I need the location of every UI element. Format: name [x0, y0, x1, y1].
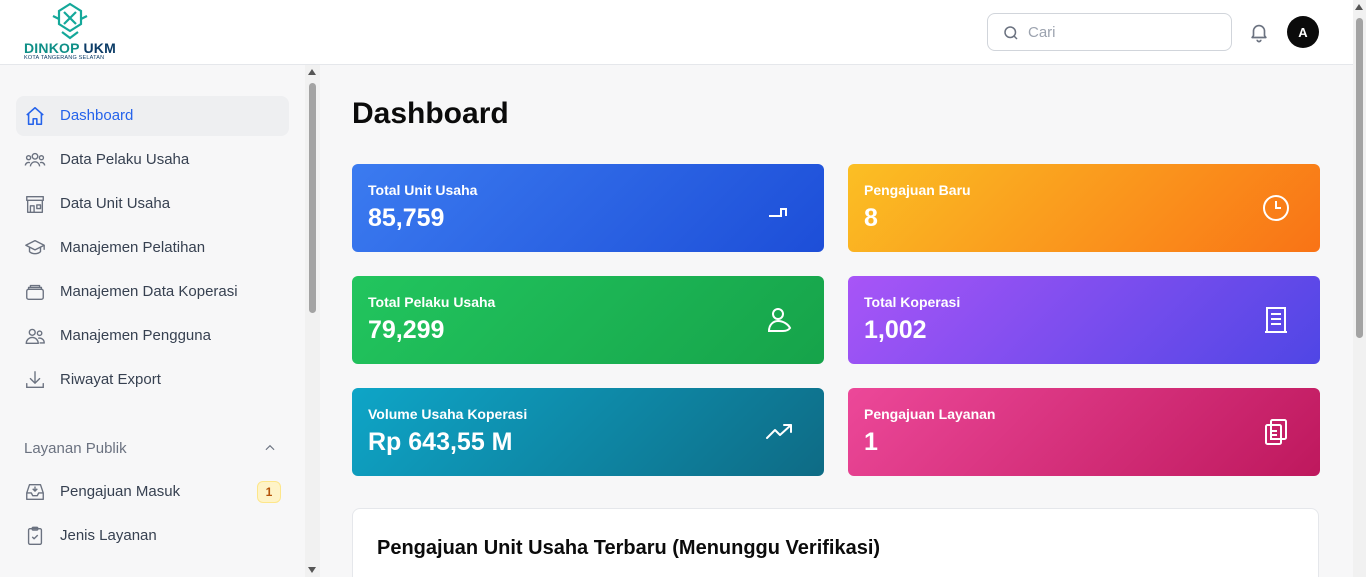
pending-verification-panel: Pengajuan Unit Usaha Terbaru (Menunggu V…	[352, 508, 1319, 577]
sidebar-item-label: Data Pelaku Usaha	[60, 151, 190, 168]
scroll-down-arrow-icon[interactable]	[308, 567, 316, 573]
sidebar-item-riwayat-export[interactable]: Riwayat Export	[16, 360, 289, 400]
stat-card-total-unit-usaha[interactable]: Total Unit Usaha 85,759	[352, 164, 824, 252]
logo-mark-icon	[52, 2, 88, 40]
sidebar-item-pengajuan-masuk[interactable]: Pengajuan Masuk 1	[16, 472, 289, 512]
stat-value: Rp 643,55 M	[368, 428, 513, 456]
page-scrollbar[interactable]	[1353, 0, 1366, 577]
stat-label: Total Koperasi	[864, 294, 961, 310]
stat-card-total-pelaku-usaha[interactable]: Total Pelaku Usaha 79,299	[352, 276, 824, 364]
page-scroll-up-arrow-icon[interactable]	[1355, 4, 1363, 10]
sidebar-item-label: Data Unit Usaha	[60, 195, 171, 212]
sidebar-scrollbar[interactable]	[305, 65, 320, 577]
inbox-icon	[26, 483, 44, 501]
chevron-up-icon	[265, 444, 275, 451]
document-icon	[1265, 307, 1287, 333]
bell-icon[interactable]	[1248, 21, 1270, 43]
sidebar-item-label: Pengajuan Masuk	[60, 483, 181, 500]
sidebar-item-jenis-layanan[interactable]: Jenis Layanan	[16, 516, 289, 556]
search-icon	[1004, 26, 1018, 40]
user-icon	[767, 308, 792, 332]
home-icon	[26, 106, 44, 126]
sidebar-item-label: Jenis Layanan	[60, 527, 157, 544]
scroll-up-arrow-icon[interactable]	[308, 69, 316, 75]
sidebar-item-manajemen-data-koperasi[interactable]: Manajemen Data Koperasi	[16, 272, 289, 312]
stat-label: Volume Usaha Koperasi	[368, 406, 528, 422]
brand-logo[interactable]: DINKOP UKM KOTA TANGERANG SELATAN	[24, 2, 134, 62]
sidebar-scrollbar-thumb[interactable]	[309, 83, 316, 313]
stat-label: Pengajuan Layanan	[864, 406, 996, 422]
sidebar-item-data-unit-usaha[interactable]: Data Unit Usaha	[16, 184, 289, 224]
layers-icon	[26, 284, 44, 301]
stat-label: Total Unit Usaha	[368, 182, 478, 198]
stat-card-pengajuan-baru[interactable]: Pengajuan Baru 8	[848, 164, 1320, 252]
stat-card-total-koperasi[interactable]: Total Koperasi 1,002	[848, 276, 1320, 364]
stat-value: 8	[864, 204, 878, 232]
page-title: Dashboard	[352, 97, 509, 130]
section-layanan-publik[interactable]: Layanan Publik	[16, 430, 289, 466]
sidebar-item-manajemen-pelatihan[interactable]: Manajemen Pelatihan	[16, 228, 289, 268]
clock-icon	[1263, 195, 1289, 221]
sidebar-item-label: Riwayat Export	[60, 371, 161, 388]
top-header: DINKOP UKM KOTA TANGERANG SELATAN A	[0, 0, 1353, 65]
step-chart-icon	[769, 208, 787, 217]
download-icon	[26, 371, 44, 389]
sidebar-item-dashboard[interactable]: Dashboard	[16, 96, 289, 136]
brand-subtitle: KOTA TANGERANG SELATAN	[24, 55, 105, 61]
sidebar: Dashboard Data Pelaku Usaha Data Unit Us…	[0, 65, 305, 577]
search-box[interactable]	[987, 13, 1232, 51]
graduation-cap-icon	[25, 239, 45, 255]
clipboard-icon	[1265, 419, 1287, 445]
stat-value: 1,002	[864, 316, 927, 344]
users-icon	[24, 152, 46, 167]
count-badge: 1	[257, 481, 281, 503]
user-avatar[interactable]: A	[1287, 16, 1319, 48]
stat-value: 85,759	[368, 204, 445, 232]
stat-value: 79,299	[368, 316, 445, 344]
stat-card-volume-usaha-koperasi[interactable]: Volume Usaha Koperasi Rp 643,55 M	[352, 388, 824, 476]
section-label: Layanan Publik	[24, 440, 127, 457]
clipboard-check-icon	[27, 526, 43, 545]
sidebar-item-label: Manajemen Pengguna	[60, 327, 211, 344]
store-icon	[26, 195, 44, 213]
search-input[interactable]	[1028, 22, 1218, 42]
sidebar-item-label: Manajemen Pelatihan	[60, 239, 206, 256]
trending-up-icon	[766, 424, 792, 439]
sidebar-item-label: Dashboard	[60, 107, 134, 124]
stat-label: Pengajuan Baru	[864, 182, 971, 198]
panel-title: Pengajuan Unit Usaha Terbaru (Menunggu V…	[377, 537, 881, 559]
stat-label: Total Pelaku Usaha	[368, 294, 496, 310]
sidebar-item-data-pelaku-usaha[interactable]: Data Pelaku Usaha	[16, 140, 289, 180]
sidebar-item-manajemen-pengguna[interactable]: Manajemen Pengguna	[16, 316, 289, 356]
user-group-icon	[25, 328, 45, 345]
brand-name: DINKOP UKM	[24, 40, 116, 56]
stat-value: 1	[864, 428, 878, 456]
sidebar-item-label: Manajemen Data Koperasi	[60, 283, 238, 300]
page-scrollbar-thumb[interactable]	[1356, 18, 1363, 338]
stat-card-pengajuan-layanan[interactable]: Pengajuan Layanan 1	[848, 388, 1320, 476]
